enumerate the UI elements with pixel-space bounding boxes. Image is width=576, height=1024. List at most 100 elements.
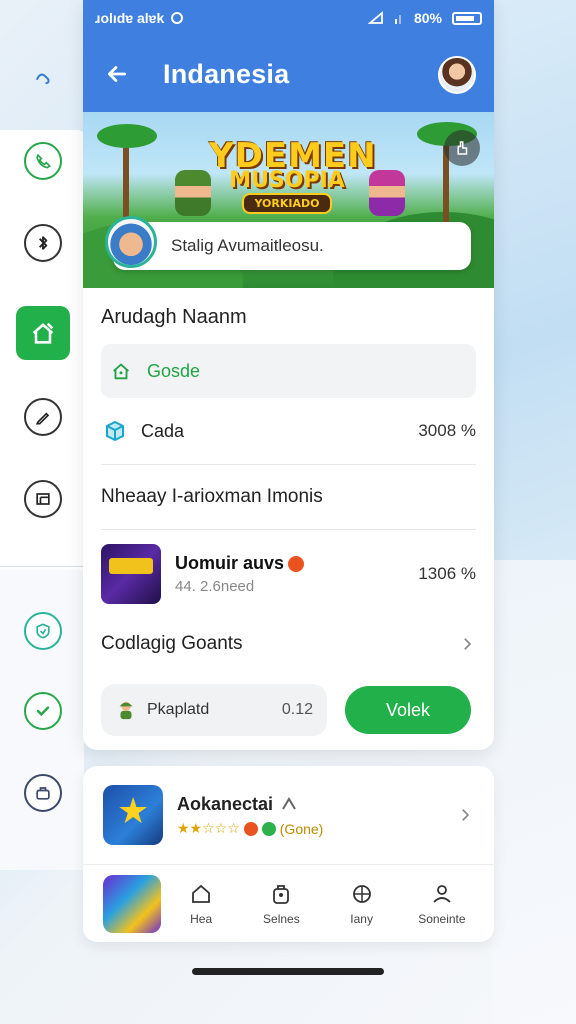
app-list-item[interactable]: Aokanectai ★★☆☆☆ (Gone) bbox=[83, 766, 494, 864]
list-item-label: Gosde bbox=[147, 360, 201, 381]
list-item-label: Cada bbox=[141, 420, 185, 441]
search-placeholder: Stalig Avumaitleosu. bbox=[171, 236, 324, 255]
player-icon bbox=[115, 699, 137, 721]
game-logo: YDEMEN MUSOPIA YORKIADO bbox=[209, 136, 376, 214]
list-item-value: 3008 % bbox=[418, 421, 476, 440]
section-title: Arudagh Naanm bbox=[101, 306, 247, 328]
profile-avatar[interactable] bbox=[438, 56, 476, 94]
left-rail bbox=[0, 0, 84, 1024]
app-header: ɹolıdɐ alɐk 80% Indanesia bbox=[83, 0, 494, 112]
game-banner[interactable]: YDEMEN MUSOPIA YORKIADO Stalig Avumaitle… bbox=[83, 112, 494, 288]
back-button[interactable] bbox=[101, 58, 133, 90]
game-thumbnail bbox=[101, 544, 161, 604]
character-right bbox=[369, 170, 405, 216]
list-item-cada[interactable]: Cada 3008 % bbox=[101, 404, 476, 458]
app-thumbnail bbox=[103, 785, 163, 845]
page-title: Indanesia bbox=[163, 58, 290, 89]
game-list-item[interactable]: Uomuir auvs 44. 2.6need 1306 % bbox=[101, 530, 476, 618]
palm-leaves-left bbox=[97, 124, 157, 148]
no-signal-icon bbox=[367, 11, 383, 24]
check-icon bbox=[36, 706, 50, 717]
primary-button[interactable]: Volek bbox=[345, 686, 471, 734]
chevron-right-icon bbox=[464, 638, 472, 650]
fire-badge-icon bbox=[243, 821, 258, 836]
link-row[interactable]: Codlagig Goants bbox=[101, 618, 476, 670]
battery-percent: 80% bbox=[413, 10, 442, 26]
subsection-title: Nheaay I-arioxman Imonis bbox=[101, 486, 323, 507]
carrier-label: ɹolıdɐ alɐk bbox=[95, 10, 165, 26]
featured-game-thumbnail[interactable] bbox=[103, 874, 161, 933]
signal-icon bbox=[394, 15, 401, 24]
action-row: Pkaplatd 0.12 Volek bbox=[101, 670, 476, 750]
app-card: Aokanectai ★★☆☆☆ (Gone) Hea Selnes Iany bbox=[83, 766, 494, 942]
game-name-row: Uomuir auvs bbox=[175, 553, 305, 574]
app-name: Aokanectai bbox=[177, 793, 274, 814]
pill-label: Pkaplatd bbox=[147, 701, 210, 718]
home-icon bbox=[192, 884, 211, 903]
rail-check-icon[interactable] bbox=[24, 692, 62, 730]
bag-icon bbox=[273, 884, 290, 904]
home-edit-icon bbox=[32, 322, 54, 344]
game-logo-badge: YORKIADO bbox=[242, 193, 332, 214]
link-icon bbox=[36, 73, 50, 85]
chevron-right-icon bbox=[462, 809, 470, 821]
shield-icon bbox=[36, 623, 50, 639]
nav-label: Soneinte bbox=[418, 911, 466, 926]
briefcase-icon bbox=[36, 787, 50, 800]
rail-bluetooth-icon[interactable] bbox=[24, 224, 62, 262]
rating-text: (Gone) bbox=[279, 820, 324, 837]
search-avatar bbox=[105, 216, 157, 268]
profile-icon bbox=[433, 884, 451, 903]
rail-divider bbox=[0, 566, 84, 567]
search-input[interactable]: Stalig Avumaitleosu. bbox=[113, 222, 471, 270]
rail-phone-icon[interactable] bbox=[24, 142, 62, 180]
home-outline-icon bbox=[107, 357, 135, 385]
character-left bbox=[175, 170, 211, 216]
game-name: Uomuir auvs bbox=[175, 553, 285, 573]
status-bar: ɹolıdɐ alɐk 80% bbox=[83, 0, 494, 36]
title-row: Indanesia bbox=[83, 36, 494, 112]
background-right bbox=[492, 0, 576, 560]
main-card: ɹolıdɐ alɐk 80% Indanesia YDEMEN MUSOPIA… bbox=[83, 0, 494, 750]
app-rating: ★★☆☆☆ (Gone) bbox=[177, 821, 323, 837]
pill-value: 0.12 bbox=[281, 701, 313, 718]
rail-shield-icon[interactable] bbox=[24, 612, 62, 650]
battery-icon bbox=[452, 11, 482, 25]
game-logo-subtitle: MUSOPIA bbox=[229, 168, 345, 193]
cube-icon bbox=[101, 417, 129, 445]
star-rating-icon: ★★☆☆☆ bbox=[177, 820, 240, 837]
rail-briefcase-icon[interactable] bbox=[24, 774, 62, 812]
rail-window-icon[interactable] bbox=[24, 480, 62, 518]
pencil-icon bbox=[35, 412, 50, 425]
nav-label: Selnes bbox=[263, 911, 300, 926]
fire-badge-icon bbox=[288, 555, 305, 572]
bottom-nav: Hea Selnes Iany Soneinte bbox=[83, 864, 494, 942]
app-name-row: Aokanectai bbox=[177, 794, 323, 815]
rail-link-icon[interactable] bbox=[24, 60, 62, 98]
rail-edit-icon[interactable] bbox=[24, 398, 62, 436]
sync-icon bbox=[171, 12, 184, 24]
verified-icon bbox=[282, 797, 296, 810]
player-pill[interactable]: Pkaplatd 0.12 bbox=[101, 684, 327, 736]
game-value: 1306 % bbox=[418, 564, 476, 583]
nav-item-home[interactable]: Hea bbox=[161, 882, 241, 926]
banner-action-button[interactable] bbox=[444, 130, 480, 166]
phone-icon bbox=[36, 153, 51, 169]
hand-icon bbox=[457, 141, 468, 155]
game-meta: 44. 2.6need bbox=[175, 578, 255, 595]
bluetooth-icon bbox=[39, 236, 48, 250]
nav-label: Hea bbox=[190, 911, 213, 926]
compass-icon bbox=[352, 884, 371, 903]
main-content: Arudagh Naanm Gosde Cada 3008 % Nheaay I… bbox=[83, 288, 494, 750]
background-right-lower bbox=[492, 560, 576, 1024]
link-row-label: Codlagig Goants bbox=[101, 633, 243, 654]
home-indicator[interactable] bbox=[192, 968, 384, 975]
nav-item-soneinte[interactable]: Soneinte bbox=[402, 882, 482, 926]
nav-item-iany[interactable]: Iany bbox=[322, 882, 402, 926]
list-item-gosde[interactable]: Gosde bbox=[101, 344, 476, 398]
plus-badge-icon bbox=[261, 821, 276, 836]
rail-home-active[interactable] bbox=[16, 306, 70, 360]
nav-label: Iany bbox=[350, 911, 373, 926]
nav-item-selnes[interactable]: Selnes bbox=[241, 882, 321, 926]
arrow-left-icon bbox=[108, 66, 126, 82]
